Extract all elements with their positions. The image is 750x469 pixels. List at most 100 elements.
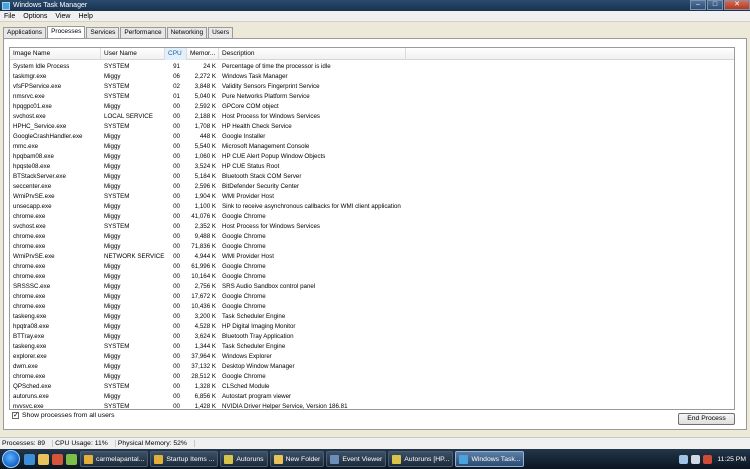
cell-image-name: chrome.exe [13, 213, 46, 220]
column-user-name[interactable]: User Name [101, 48, 165, 60]
table-row[interactable]: hpqste08.exe Miggy 00 3,524 K HP CUE Status … [10, 162, 734, 172]
table-row[interactable]: chrome.exe Miggy 00 61,996 K Google Chrome [10, 262, 734, 272]
table-row[interactable]: taskeng.exe SYSTEM 00 1,344 K Task Scheduler… [10, 342, 734, 352]
taskbar-button[interactable]: Windows Task... [455, 451, 525, 467]
menu-file[interactable]: File [0, 13, 19, 20]
table-row[interactable]: nvvsvc.exe SYSTEM 00 1,428 K NVIDIA Driver H… [10, 402, 734, 410]
table-row[interactable]: chrome.exe Miggy 00 28,512 K Google Chrome [10, 372, 734, 382]
table-row[interactable]: hpqgpc01.exe Miggy 00 2,592 K GPCore COM obj… [10, 102, 734, 112]
taskbar-button[interactable]: Autoruns [220, 451, 268, 467]
clock[interactable]: 11:25 PM [717, 456, 746, 463]
cell-image-name: System Idle Process [13, 63, 70, 70]
volume-tray-icon[interactable] [691, 454, 701, 464]
network-tray-icon[interactable] [679, 454, 689, 464]
table-row[interactable]: nmsrvc.exe SYSTEM 01 5,040 K Pure Networks P… [10, 92, 734, 102]
table-row[interactable]: seccenter.exe Miggy 00 2,596 K BitDefender S… [10, 182, 734, 192]
table-row[interactable]: explorer.exe Miggy 00 37,964 K Windows Explo… [10, 352, 734, 362]
taskbar-button[interactable]: Startup Items ... [150, 451, 219, 467]
table-row[interactable]: HPHC_Service.exe SYSTEM 00 1,708 K HP Health… [10, 122, 734, 132]
vertical-scrollbar[interactable] [408, 48, 422, 409]
tab-applications[interactable]: Applications [3, 27, 47, 38]
column-header-row: Image Name User Name CPU Memor... Descri… [10, 48, 734, 60]
cell-cpu: 00 [173, 253, 180, 260]
show-all-users-checkbox[interactable]: ✓ [12, 412, 19, 419]
table-row[interactable]: BTTray.exe Miggy 00 3,624 K Bluetooth Tray A… [10, 332, 734, 342]
table-row[interactable]: QPSched.exe SYSTEM 00 1,328 K CLSched Module [10, 382, 734, 392]
taskbar-button[interactable]: carmelapantal... [80, 451, 149, 467]
tab-networking[interactable]: Networking [166, 27, 208, 38]
minimize-button[interactable]: – [690, 0, 706, 10]
table-row[interactable]: dwm.exe Miggy 00 37,132 K Desktop Window Man… [10, 362, 734, 372]
table-row[interactable]: mmc.exe Miggy 00 5,540 K Microsoft Managemen… [10, 142, 734, 152]
cell-cpu: 00 [173, 243, 180, 250]
cell-user-name: Miggy [104, 313, 121, 320]
quick-launch-ie-icon[interactable] [24, 453, 35, 465]
cell-memory: 2,596 K [194, 183, 216, 190]
cell-user-name: NETWORK SERVICE [104, 253, 165, 260]
status-processes: Processes: 89 [0, 440, 54, 447]
table-row[interactable]: chrome.exe Miggy 00 17,672 K Google Chrome [10, 292, 734, 302]
tab-services[interactable]: Services [86, 27, 120, 38]
table-row[interactable]: svchost.exe SYSTEM 00 2,352 K Host Process f… [10, 222, 734, 232]
table-row[interactable]: autoruns.exe Miggy 00 6,856 K Autostart prog… [10, 392, 734, 402]
column-cpu[interactable]: CPU [165, 48, 187, 60]
taskbar-button-label: Windows Task... [471, 455, 521, 463]
security-tray-icon[interactable] [703, 454, 713, 464]
table-row[interactable]: chrome.exe Miggy 00 9,488 K Google Chrome [10, 232, 734, 242]
cell-image-name: nvvsvc.exe [13, 403, 44, 410]
menu-view[interactable]: View [51, 13, 74, 20]
table-row[interactable]: chrome.exe Miggy 00 10,436 K Google Chrome [10, 302, 734, 312]
tab-processes[interactable]: Processes [47, 26, 86, 38]
tab-performance[interactable]: Performance [120, 27, 166, 38]
table-row[interactable]: WmiPrvSE.exe SYSTEM 00 1,904 K WMI Provider … [10, 192, 734, 202]
table-row[interactable]: SRSSSC.exe Miggy 00 2,756 K SRS Audio Sandbo… [10, 282, 734, 292]
table-row[interactable]: WmiPrvSE.exe NETWORK SERVICE 00 4,944 K WMI … [10, 252, 734, 262]
cell-memory: 37,132 K [191, 363, 216, 370]
column-image-name[interactable]: Image Name [10, 48, 101, 60]
tab-strip: Applications Processes Services Performa… [3, 26, 234, 38]
table-row[interactable]: chrome.exe Miggy 00 10,164 K Google Chrome [10, 272, 734, 282]
cell-memory: 71,836 K [191, 243, 216, 250]
close-button[interactable]: ✕ [724, 0, 750, 10]
cell-image-name: hpqgpc01.exe [13, 103, 52, 110]
table-row[interactable]: chrome.exe Miggy 00 41,076 K Google Chrome [10, 212, 734, 222]
cell-image-name: explorer.exe [13, 353, 47, 360]
cell-memory: 10,436 K [191, 303, 216, 310]
table-row[interactable]: BTStackServer.exe Miggy 00 5,184 K Bluetooth… [10, 172, 734, 182]
quick-launch-chrome-icon[interactable] [52, 453, 63, 465]
taskbar-button[interactable]: New Folder [269, 451, 325, 467]
table-row[interactable]: taskeng.exe Miggy 00 3,200 K Task Scheduler … [10, 312, 734, 322]
menu-help[interactable]: Help [74, 13, 96, 20]
table-row[interactable]: hpqbam08.exe Miggy 00 1,060 K HP CUE Alert P… [10, 152, 734, 162]
maximize-button[interactable]: □ [707, 0, 723, 10]
column-memory[interactable]: Memor... [187, 48, 219, 60]
cell-user-name: Miggy [104, 183, 121, 190]
process-list[interactable]: Image Name User Name CPU Memor... Descri… [9, 47, 735, 410]
cell-image-name: mmc.exe [13, 143, 39, 150]
cell-memory: 3,200 K [194, 313, 216, 320]
table-row[interactable]: chrome.exe Miggy 00 71,836 K Google Chrome [10, 242, 734, 252]
menu-options[interactable]: Options [19, 13, 51, 20]
start-button[interactable] [2, 450, 20, 468]
cell-cpu: 00 [173, 173, 180, 180]
cell-image-name: chrome.exe [13, 273, 46, 280]
table-row[interactable]: svchost.exe LOCAL SERVICE 00 2,188 K Host Pr… [10, 112, 734, 122]
column-description[interactable]: Description [219, 48, 406, 60]
tab-users[interactable]: Users [208, 27, 234, 38]
show-all-users-option[interactable]: ✓ Show processes from all users [12, 412, 115, 419]
end-process-button[interactable]: End Process [678, 413, 735, 425]
table-row[interactable]: vfsFPService.exe SYSTEM 02 3,848 K Validity … [10, 82, 734, 92]
cell-cpu: 00 [173, 303, 180, 310]
table-row[interactable]: hpqtra08.exe Miggy 00 4,528 K HP Digital Ima… [10, 322, 734, 332]
quick-launch-messenger-icon[interactable] [66, 453, 77, 465]
cell-image-name: vfsFPService.exe [13, 83, 62, 90]
cell-image-name: GoogleCrashHandler.exe [13, 133, 83, 140]
table-row[interactable]: taskmgr.exe Miggy 06 2,272 K Windows Task Ma… [10, 72, 734, 82]
cell-user-name: Miggy [104, 283, 121, 290]
quick-launch-folder-icon[interactable] [38, 453, 49, 465]
taskbar-button[interactable]: Autoruns [HP... [388, 451, 454, 467]
table-row[interactable]: unsecapp.exe Miggy 00 1,100 K Sink to receiv… [10, 202, 734, 212]
table-row[interactable]: GoogleCrashHandler.exe Miggy 00 448 K Google… [10, 132, 734, 142]
taskbar-button[interactable]: Event Viewer [326, 451, 387, 467]
table-row[interactable]: System Idle Process SYSTEM 91 24 K Percentag… [10, 62, 734, 72]
